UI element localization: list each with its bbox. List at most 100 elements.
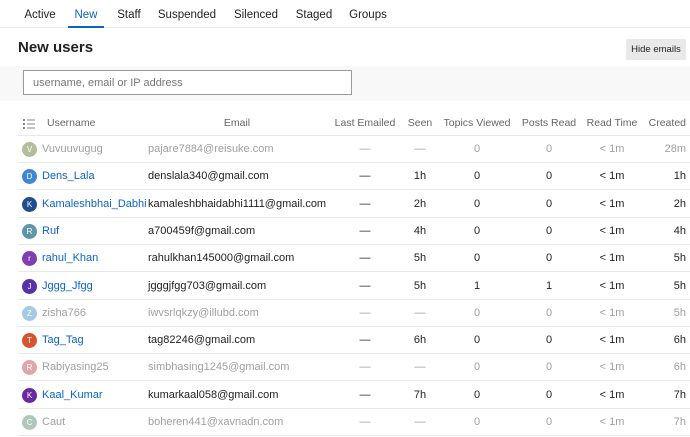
username-link[interactable]: rahul_Khan (42, 252, 98, 264)
table-row: R Rabiyasing25 simbhasing1245@gmail.com — — 0… (18, 354, 690, 382)
created-cell: 5h (673, 279, 686, 292)
posts-read-cell: 0 (545, 143, 553, 155)
seen-cell: 7h (413, 388, 427, 401)
email-cell: a700459f@gmail.com (148, 224, 256, 237)
avatar[interactable]: Z (22, 305, 37, 321)
read-time-cell: < 1m (599, 170, 625, 183)
email-cell: iwvsrlqkzy@illubd.com (148, 306, 259, 319)
column-header-created[interactable]: Created (649, 117, 686, 129)
table-row: J Jggg_Jfgg jgggjfgg703@gmail.com — 5h 1 1 < 1m… (18, 273, 690, 300)
posts-read-cell: 0 (545, 361, 553, 374)
avatar[interactable]: R (22, 360, 37, 376)
posts-read-cell: 0 (545, 224, 553, 237)
tab-staff[interactable]: Staff (112, 0, 146, 28)
read-time-cell: < 1m (599, 279, 625, 292)
column-header-topics-viewed[interactable]: Topics Viewed (444, 117, 511, 129)
avatar[interactable]: C (22, 415, 37, 430)
username-link[interactable]: Caut (42, 416, 65, 428)
topics-viewed-cell: 0 (473, 306, 481, 319)
created-cell: 2h (673, 197, 686, 210)
seen-cell: 2h (413, 197, 427, 210)
posts-read-cell: 0 (545, 334, 553, 347)
created-cell: 4h (673, 224, 686, 237)
tab-groups[interactable]: Groups (346, 0, 390, 28)
topics-viewed-cell: 1 (473, 279, 481, 292)
avatar[interactable]: R (22, 223, 37, 239)
last-emailed-cell: — (359, 143, 371, 155)
read-time-cell: < 1m (599, 334, 625, 347)
username-link[interactable]: Vuvuuvugug (42, 143, 103, 155)
created-cell: 5h (673, 252, 686, 265)
avatar[interactable]: V (22, 142, 37, 157)
seen-cell: — (414, 143, 426, 155)
read-time-cell: < 1m (599, 306, 625, 319)
topics-viewed-cell: 0 (473, 361, 481, 374)
last-emailed-cell: — (359, 361, 371, 374)
posts-read-cell: 1 (545, 279, 553, 292)
email-cell: kamaleshbhaidabhi1111@gmail.com (148, 197, 327, 210)
posts-read-cell: 0 (545, 306, 553, 319)
table-row: T Tag_Tag tag82246@gmail.com — 6h 0 0 < 1m 6h (18, 327, 690, 355)
last-emailed-cell: — (359, 224, 371, 237)
table-row: Zzisha766 iwvsrlqkzy@illubd.com — — 0 0 < 1m 5h (18, 300, 690, 327)
table-row: C Caut boheren441@xavnadn.com — — 0 0 < 1m 7h (18, 409, 690, 436)
username-link[interactable]: Tag_Tag (42, 334, 84, 346)
tab-active[interactable]: Active (18, 0, 62, 28)
last-emailed-cell: — (359, 334, 371, 347)
last-emailed-cell: — (359, 306, 371, 319)
username-link[interactable]: Jggg_Jfgg (42, 280, 93, 292)
column-header-last-emailed[interactable]: Last Emailed (335, 117, 396, 129)
read-time-cell: < 1m (599, 252, 625, 265)
last-emailed-cell: — (359, 170, 371, 183)
avatar[interactable]: J (22, 278, 37, 294)
last-emailed-cell: — (359, 252, 371, 265)
table-row: V Vuvuuvugug pajare7884@reisuke.com — — 0 0 < 1… (18, 136, 690, 163)
column-header-seen[interactable]: Seen (408, 117, 433, 129)
tab-suspended[interactable]: Suspended (156, 0, 218, 28)
read-time-cell: < 1m (599, 388, 625, 401)
posts-read-cell: 0 (545, 170, 553, 183)
table-row: R Ruf a700459f@gmail.com — 4h 0 0 < 1m 4h (18, 218, 690, 245)
tab-staged[interactable]: Staged (292, 0, 336, 28)
email-cell: tag82246@gmail.com (148, 334, 256, 347)
posts-read-cell: 0 (545, 252, 553, 265)
read-time-cell: < 1m (599, 197, 625, 210)
column-header-username[interactable]: Username (47, 117, 95, 129)
last-emailed-cell: — (359, 197, 371, 210)
hide-emails-button[interactable]: Hide emails (626, 39, 686, 60)
posts-read-cell: 0 (545, 416, 553, 428)
avatar[interactable]: r (22, 251, 37, 267)
username-link[interactable]: Kaal_Kumar (42, 389, 103, 401)
bulk-select-icon[interactable] (23, 119, 35, 129)
tab-silenced[interactable]: Silenced (230, 0, 282, 28)
seen-cell: 4h (413, 224, 427, 237)
username-link[interactable]: Rabiyasing25 (42, 361, 109, 373)
email-cell: pajare7884@reisuke.com (148, 143, 274, 155)
username-link[interactable]: Dens_Lala (42, 170, 95, 182)
read-time-cell: < 1m (599, 224, 625, 237)
search-input[interactable] (23, 70, 352, 95)
created-cell: 5h (673, 306, 686, 319)
topics-viewed-cell: 0 (473, 143, 481, 155)
last-emailed-cell: — (359, 388, 371, 401)
topics-viewed-cell: 0 (473, 252, 481, 265)
email-cell: jgggjfgg703@gmail.com (148, 279, 267, 292)
topics-viewed-cell: 0 (473, 170, 481, 183)
read-time-cell: < 1m (599, 361, 625, 374)
column-header-read-time[interactable]: Read Time (587, 117, 638, 129)
topics-viewed-cell: 0 (473, 224, 481, 237)
table-row: D Dens_Lala denslala340@gmail.com — 1h 0 0 < 1m… (18, 163, 690, 191)
posts-read-cell: 0 (545, 388, 553, 401)
column-header-email[interactable]: Email (224, 117, 250, 129)
username-link[interactable]: Ruf (42, 225, 59, 237)
column-header-posts-read[interactable]: Posts Read (522, 117, 576, 129)
read-time-cell: < 1m (599, 416, 625, 428)
avatar[interactable]: K (22, 387, 37, 403)
seen-cell: — (414, 416, 426, 428)
username-link[interactable]: Kamaleshbhai_Dabhi (42, 198, 147, 210)
tab-new[interactable]: New (68, 0, 104, 28)
avatar[interactable]: K (22, 196, 37, 212)
avatar[interactable]: D (22, 169, 37, 185)
username-link[interactable]: zisha766 (42, 307, 86, 319)
avatar[interactable]: T (22, 333, 37, 349)
